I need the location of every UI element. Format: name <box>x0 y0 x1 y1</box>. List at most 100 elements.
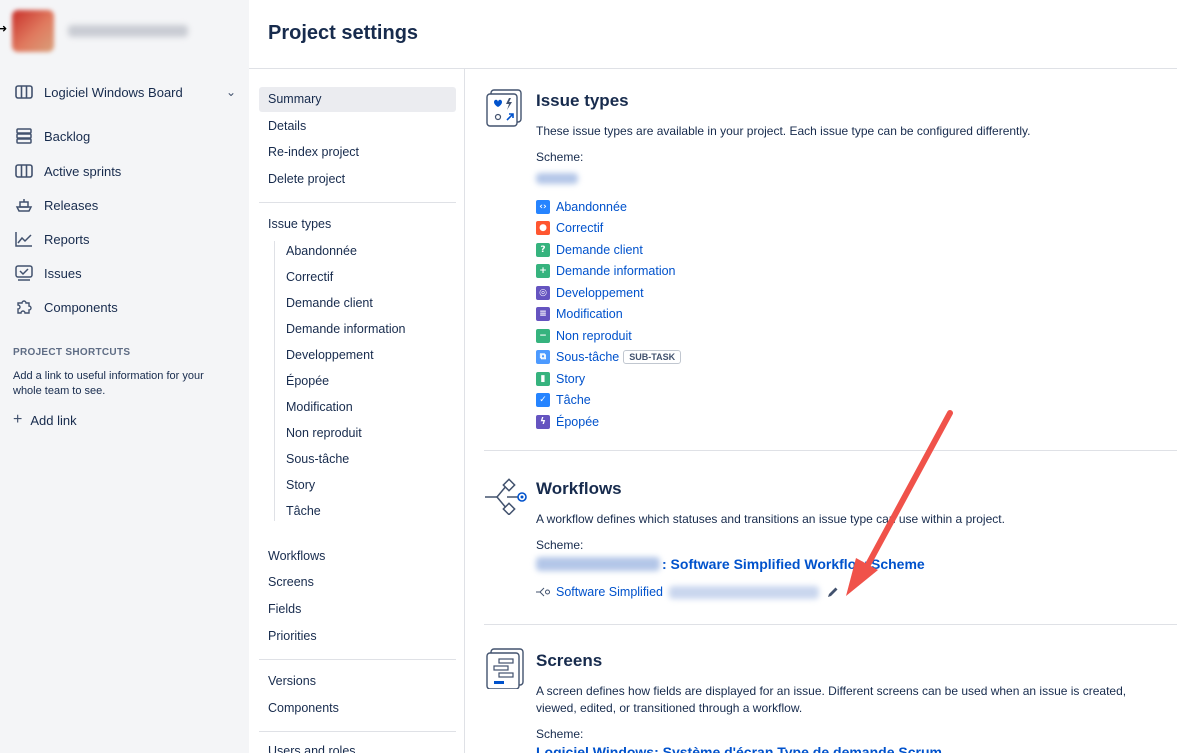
workflow-scheme-link[interactable]: : Software Simplified Workflow Scheme <box>536 556 925 572</box>
issue-type-name: Abandonnée <box>556 199 627 214</box>
nav-item-backlog[interactable]: Backlog <box>14 125 236 147</box>
project-name-redacted <box>68 25 188 37</box>
nav-item-label: Components <box>44 299 118 315</box>
board-name: Logiciel Windows Board <box>44 84 183 100</box>
menu-item-users-roles[interactable]: Users and roles <box>259 739 456 753</box>
project-header[interactable] <box>12 10 188 52</box>
menu-item-delete-project[interactable]: Delete project <box>259 167 456 192</box>
issue-types-scheme-label: Scheme: <box>536 150 584 164</box>
issue-type-link[interactable]: ? Demande client <box>536 239 681 261</box>
menu-subitem-issue-type[interactable]: Modification <box>286 397 353 417</box>
menu-subitem-issue-type[interactable]: Épopée <box>286 371 329 391</box>
issue-type-icon: ≡ <box>536 307 550 322</box>
issue-type-icon: − <box>536 328 550 343</box>
menu-item-details[interactable]: Details <box>259 114 456 139</box>
issue-type-link[interactable]: ◎ Developpement <box>536 282 681 304</box>
workflow-link[interactable]: Software Simplified <box>536 585 839 599</box>
menu-item-fields[interactable]: Fields <box>259 597 456 622</box>
issue-types-description: These issue types are available in your … <box>536 124 1031 138</box>
issue-type-link[interactable]: ≡ Modification <box>536 304 681 326</box>
backlog-icon <box>14 127 34 145</box>
issue-type-name: Sous-tâche <box>556 350 620 365</box>
menu-item-screens[interactable]: Screens <box>259 570 456 595</box>
menu-subitem-issue-type[interactable]: Story <box>286 475 315 495</box>
nav-item-releases[interactable]: Releases <box>14 194 236 216</box>
issue-type-scheme-link-redacted[interactable] <box>536 171 578 189</box>
menu-subitem-issue-type[interactable]: Demande client <box>286 293 373 313</box>
issue-type-link[interactable]: ‹› Abandonnée <box>536 196 681 218</box>
menu-divider <box>259 202 456 203</box>
menu-subitem-issue-type[interactable]: Sous-tâche <box>286 449 349 469</box>
pencil-icon[interactable] <box>827 586 839 598</box>
issue-type-link[interactable]: + Demande information <box>536 261 681 283</box>
issue-type-icon: ? <box>536 242 550 257</box>
menu-item-workflows[interactable]: Workflows <box>259 544 456 569</box>
menu-item-summary[interactable]: Summary <box>259 87 456 112</box>
issue-type-link[interactable]: ● Correctif <box>536 218 681 240</box>
menu-item-versions[interactable]: Versions <box>259 669 456 694</box>
issue-type-icon: + <box>536 264 550 279</box>
menu-subitem-issue-type[interactable]: Non reproduit <box>286 423 362 443</box>
shortcuts-text: Add a link to useful information for you… <box>13 370 204 397</box>
workflow-section-icon <box>485 477 529 520</box>
menu-subitem-issue-type[interactable]: Demande information <box>286 319 406 339</box>
issue-type-name: Non reproduit <box>556 328 632 343</box>
nav-item-active-sprints[interactable]: Active sprints <box>14 160 236 182</box>
nav-item-issues[interactable]: Issues <box>14 262 236 284</box>
left-navigation: ➜ Logiciel Windows Board ⌄ Backlog Activ… <box>0 0 249 753</box>
board-switcher[interactable]: Logiciel Windows Board ⌄ <box>14 81 236 103</box>
issue-type-icon: ● <box>536 221 550 236</box>
project-avatar <box>12 10 54 52</box>
menu-subitem-issue-type[interactable]: Abandonnée <box>286 241 357 261</box>
issue-type-name: Modification <box>556 307 623 322</box>
nav-item-components[interactable]: Components <box>14 296 236 318</box>
issue-type-icon: ϟ <box>536 414 550 429</box>
menu-subitem-issue-type[interactable]: Developpement <box>286 345 374 365</box>
nav-item-label: Issues <box>44 265 82 281</box>
workflow-scheme-name: : Software Simplified Workflow Scheme <box>662 556 925 572</box>
issue-type-name: Épopée <box>556 414 600 429</box>
page-title: Project settings <box>268 22 419 44</box>
chart-icon <box>14 230 34 248</box>
nav-item-reports[interactable]: Reports <box>14 228 236 250</box>
issue-types-section-icon <box>485 88 523 133</box>
board-icon <box>14 83 34 101</box>
issue-type-icon: ‹› <box>536 199 550 214</box>
nav-item-label: Releases <box>44 197 99 213</box>
issues-icon <box>14 264 34 282</box>
menu-divider <box>259 659 456 660</box>
add-link-button[interactable]: + Add link <box>13 411 77 429</box>
workflows-title: Workflows <box>536 479 622 498</box>
issue-type-name: Story <box>556 371 586 386</box>
issue-type-link[interactable]: ϟ Épopée <box>536 411 681 433</box>
ship-icon <box>14 196 34 214</box>
menu-item-issue-types[interactable]: Issue types <box>259 212 456 237</box>
workflows-description: A workflow defines which statuses and tr… <box>536 512 1005 526</box>
issue-type-name: Demande client <box>556 242 643 257</box>
issue-type-name: Tâche <box>556 393 591 408</box>
issue-type-name: Developpement <box>556 285 644 300</box>
issue-type-link[interactable]: ✓ Tâche <box>536 390 681 412</box>
workflow-name: Software Simplified <box>556 585 663 599</box>
menu-subitem-issue-type[interactable]: Tâche <box>286 501 321 521</box>
screen-scheme-link[interactable]: Logiciel Windows: Système d'écran Type d… <box>536 744 942 753</box>
issue-type-link[interactable]: − Non reproduit <box>536 325 681 347</box>
menu-divider <box>259 731 456 732</box>
issue-type-link[interactable]: ⧉ Sous-tâche SUB-TASK <box>536 347 682 369</box>
issue-type-list: ‹› Abandonnée ● Correctif? Demande client + De… <box>536 196 682 433</box>
menu-item-components[interactable]: Components <box>259 696 456 721</box>
workflows-scheme-label: Scheme: <box>536 538 584 552</box>
screens-description: A screen defines how fields are displaye… <box>536 684 1127 715</box>
screens-section-icon <box>485 647 525 694</box>
plus-icon: + <box>13 411 23 428</box>
issue-type-link[interactable]: ▮ Story <box>536 368 681 390</box>
issue-types-title: Issue types <box>536 91 629 110</box>
menu-item-reindex[interactable]: Re-index project <box>259 140 456 165</box>
shortcuts-heading: PROJECT SHORTCUTS <box>13 347 131 358</box>
issue-type-icon: ✓ <box>536 393 550 408</box>
menu-item-priorities[interactable]: Priorities <box>259 624 456 649</box>
section-divider <box>484 624 1177 625</box>
menu-subitem-issue-type[interactable]: Correctif <box>286 267 333 287</box>
section-divider <box>484 450 1177 451</box>
add-link-label: Add link <box>30 412 77 428</box>
